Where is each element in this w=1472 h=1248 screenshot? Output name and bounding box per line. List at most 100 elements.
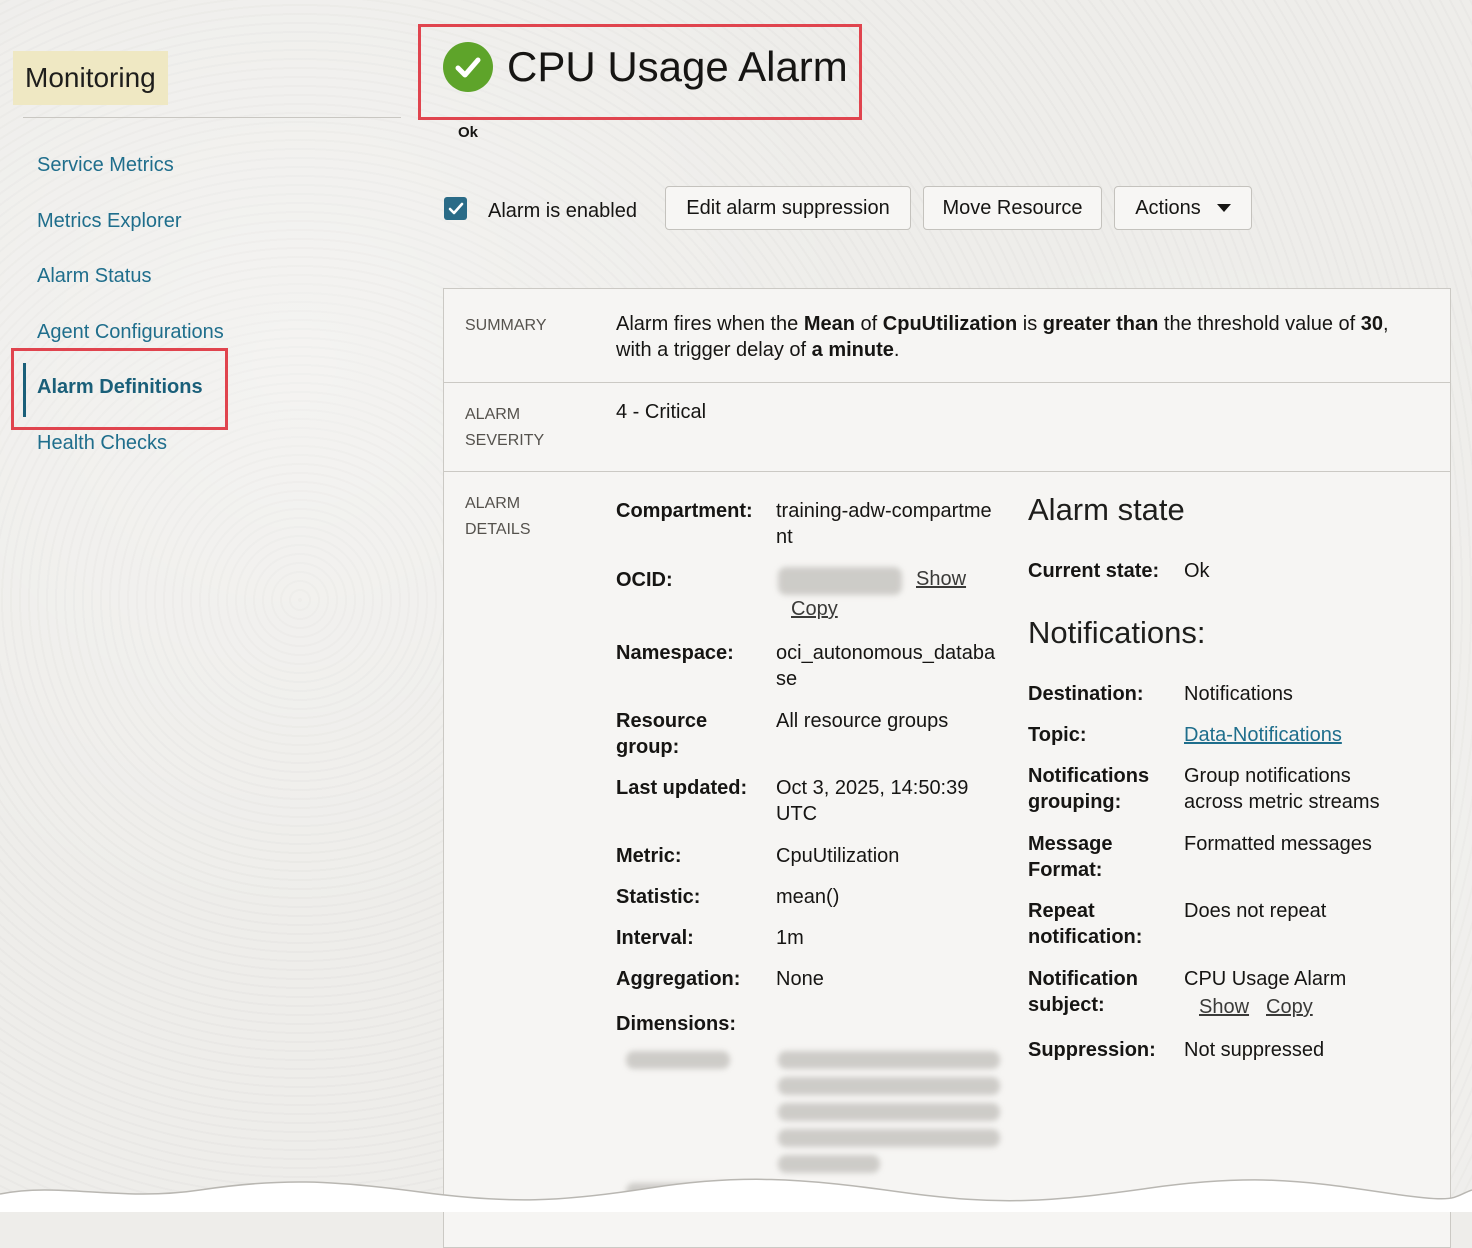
dimension-value-redacted	[778, 1155, 880, 1173]
summary-metric: CpuUtilization	[882, 313, 1018, 335]
compartment-value-line2: nt	[776, 526, 793, 548]
repeat-key-line1: Repeat	[1028, 900, 1095, 922]
severity-value: 4 - Critical	[616, 401, 707, 423]
summary-text-part: the threshold value of	[1158, 313, 1361, 335]
topic-link[interactable]: Data-Notifications	[1184, 722, 1342, 748]
namespace-key: Namespace:	[616, 642, 734, 664]
alarm-details-panel: SUMMARY Alarm fires when the Mean of Cpu…	[443, 288, 1451, 1248]
subject-key-line2: subject:	[1028, 994, 1105, 1016]
last-updated-key: Last updated:	[616, 777, 748, 799]
summary-text: Alarm fires when the Mean of CpuUtilizat…	[616, 311, 1436, 363]
format-key-line1: Message	[1028, 833, 1113, 855]
actions-label: Actions	[1135, 196, 1201, 219]
summary-text-part: of	[854, 313, 883, 335]
summary-operator: greater than	[1042, 313, 1159, 335]
summary-text-part: .	[893, 339, 900, 361]
dimension-value-redacted	[778, 1077, 1000, 1095]
sidebar: Monitoring Service Metrics Metrics Explo…	[0, 0, 410, 1212]
repeat-value: Does not repeat	[1184, 900, 1327, 922]
subject-show-link[interactable]: Show	[1199, 996, 1249, 1019]
move-resource-button[interactable]: Move Resource	[923, 186, 1102, 230]
edit-alarm-suppression-button[interactable]: Edit alarm suppression	[665, 186, 911, 230]
state-label: Ok	[458, 124, 479, 141]
resource-group-key-line2: group:	[616, 736, 680, 758]
resource-group-key-line1: Resource	[616, 710, 708, 732]
subject-value: CPU Usage Alarm	[1184, 968, 1347, 990]
ocid-redacted	[778, 567, 902, 595]
current-state-value: Ok	[1184, 560, 1210, 582]
compartment-key: Compartment:	[616, 500, 753, 522]
notifications-heading: Notifications:	[1028, 615, 1206, 650]
metric-key: Metric:	[616, 845, 682, 867]
interval-key: Interval:	[616, 927, 694, 949]
statistic-value: mean()	[776, 886, 840, 908]
statistic-key: Statistic:	[616, 886, 701, 908]
destination-key: Destination:	[1028, 683, 1144, 705]
dimension-value-redacted	[778, 1103, 1000, 1121]
alarm-enabled-label[interactable]: Alarm is enabled	[488, 200, 637, 223]
ocid-copy-link[interactable]: Copy	[791, 598, 838, 621]
alarm-enabled-checkbox[interactable]	[444, 197, 467, 220]
aggregation-value: None	[776, 968, 824, 990]
ocid-show-link[interactable]: Show	[916, 568, 966, 591]
sidebar-item-service-metrics[interactable]: Service Metrics	[37, 154, 174, 177]
aggregation-key: Aggregation:	[616, 968, 741, 990]
summary-text-part: Alarm fires when the	[616, 313, 804, 335]
details-label-line1: ALARM	[465, 495, 521, 512]
page-title: CPU Usage Alarm	[507, 43, 848, 90]
alarm-state-heading: Alarm state	[1028, 492, 1185, 527]
sidebar-item-health-checks[interactable]: Health Checks	[37, 432, 167, 455]
dimensions-key: Dimensions:	[616, 1013, 737, 1035]
actions-menu-button[interactable]: Actions	[1114, 186, 1252, 230]
suppression-value: Not suppressed	[1184, 1039, 1325, 1061]
sidebar-item-metrics-explorer[interactable]: Metrics Explorer	[37, 210, 181, 233]
summary-text-part: with a trigger delay of	[616, 339, 812, 361]
ocid-key: OCID:	[616, 569, 673, 591]
summary-threshold: 30	[1360, 313, 1383, 335]
highlight-box-nav	[11, 348, 228, 430]
format-key-line2: Format:	[1028, 859, 1103, 881]
check-circle-icon	[443, 42, 493, 92]
interval-value: 1m	[776, 927, 804, 949]
repeat-key-line2: notification:	[1028, 926, 1143, 948]
move-resource-label: Move Resource	[942, 196, 1083, 219]
summary-statistic: Mean	[803, 313, 855, 335]
page-header: CPU Usage Alarm	[443, 42, 848, 92]
destination-value: Notifications	[1184, 683, 1293, 705]
dimension-value-redacted	[778, 1129, 1000, 1147]
dimension-name-redacted	[626, 1051, 730, 1069]
sidebar-divider	[23, 117, 401, 118]
sidebar-item-alarm-status[interactable]: Alarm Status	[37, 265, 151, 288]
grouping-value-line2: across metric streams	[1184, 791, 1380, 813]
grouping-key-line1: Notifications	[1028, 765, 1150, 787]
namespace-value-line2: se	[776, 668, 798, 690]
topic-key: Topic:	[1028, 724, 1087, 746]
summary-label: SUMMARY	[465, 317, 547, 334]
current-state-key: Current state:	[1028, 560, 1160, 582]
suppression-key: Suppression:	[1028, 1039, 1156, 1061]
resource-group-value: All resource groups	[776, 710, 949, 732]
namespace-value-line1: oci_autonomous_databa	[776, 642, 996, 664]
last-updated-value-line1: Oct 3, 2025, 14:50:39	[776, 777, 969, 799]
sidebar-title: Monitoring	[13, 51, 168, 105]
section-divider	[444, 382, 1450, 383]
edit-alarm-suppression-label: Edit alarm suppression	[686, 196, 890, 219]
severity-label-line1: ALARM	[465, 406, 521, 423]
details-label-line2: DETAILS	[465, 521, 531, 538]
severity-label-line2: SEVERITY	[465, 432, 545, 449]
summary-text-part: ,	[1382, 313, 1389, 335]
chevron-down-icon	[1216, 204, 1231, 212]
subject-key-line1: Notification	[1028, 968, 1138, 990]
compartment-value-line1: training-adw-compartme	[776, 500, 992, 522]
torn-edge	[0, 1178, 1472, 1212]
sidebar-item-agent-configurations[interactable]: Agent Configurations	[37, 321, 224, 344]
dimension-value-redacted	[778, 1051, 1000, 1069]
summary-text-part: is	[1017, 313, 1043, 335]
grouping-key-line2: grouping:	[1028, 791, 1122, 813]
section-divider	[444, 471, 1450, 472]
last-updated-value-line2: UTC	[776, 803, 818, 825]
grouping-value-line1: Group notifications	[1184, 765, 1351, 787]
format-value: Formatted messages	[1184, 833, 1372, 855]
subject-copy-link[interactable]: Copy	[1266, 996, 1313, 1019]
summary-delay: a minute	[811, 339, 894, 361]
